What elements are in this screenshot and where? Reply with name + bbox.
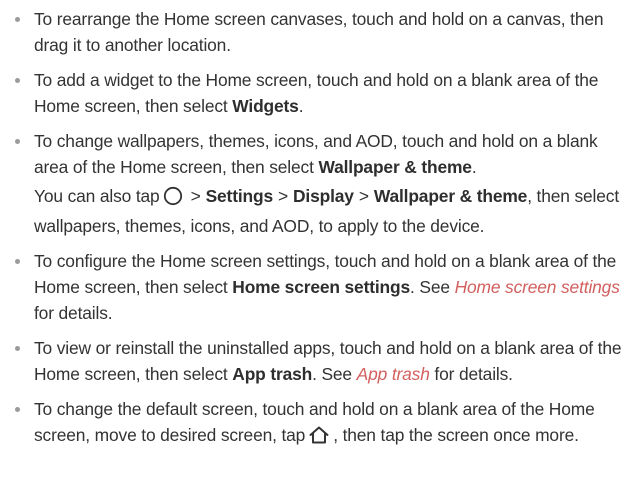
list-item: To view or reinstall the uninstalled app… [12, 335, 633, 387]
list-item-text: . [298, 96, 304, 116]
list-item: To rearrange the Home screen canvases, t… [12, 6, 633, 58]
bullet-dot-icon [15, 139, 20, 144]
link-app-trash[interactable]: App trash [357, 364, 430, 384]
menu-option-home-screen-settings: Home screen settings [232, 277, 411, 297]
list-item: To configure the Home screen settings, t… [12, 248, 633, 326]
list-item-text: To change wallpapers, themes, icons, and… [34, 131, 598, 177]
tip-note: You can also tap > Settings > Display > Wallpa… [12, 183, 633, 239]
list-item: To change wallpapers, themes, icons, and… [12, 128, 633, 180]
path-separator: > [277, 186, 288, 206]
path-settings: Settings [205, 186, 274, 206]
list-item: To change the default screen, touch and … [12, 396, 633, 452]
list-item: To add a widget to the Home screen, touc… [12, 67, 633, 119]
bullet-dot-icon [15, 78, 20, 83]
circle-button-icon [163, 186, 183, 213]
document-body: To rearrange the Home screen canvases, t… [0, 0, 641, 452]
bullet-dot-icon [15, 17, 20, 22]
path-separator: > [358, 186, 369, 206]
list-item-text: To rearrange the Home screen canvases, t… [34, 9, 604, 55]
list-item-text: for details. [429, 364, 513, 384]
list-item-text: for details. [34, 303, 113, 323]
list-item-text: To add a widget to the Home screen, touc… [34, 70, 599, 116]
path-display: Display [293, 186, 354, 206]
menu-option-wallpaper-theme: Wallpaper & theme [318, 157, 472, 177]
list-item-text: . See [312, 364, 357, 384]
bullet-dot-icon [15, 407, 20, 412]
list-item-text: . [471, 157, 477, 177]
menu-option-app-trash: App trash [232, 364, 313, 384]
home-icon [308, 425, 330, 452]
link-home-screen-settings[interactable]: Home screen settings [455, 277, 620, 297]
list-item-text: . See [410, 277, 455, 297]
path-separator: > [190, 186, 201, 206]
bullet-dot-icon [15, 259, 20, 264]
note-text: You can also tap [34, 186, 160, 206]
menu-option-widgets: Widgets [232, 96, 299, 116]
path-wallpaper-theme: Wallpaper & theme [373, 186, 528, 206]
bullet-dot-icon [15, 346, 20, 351]
list-item-text: , then tap the screen once more. [333, 425, 579, 445]
